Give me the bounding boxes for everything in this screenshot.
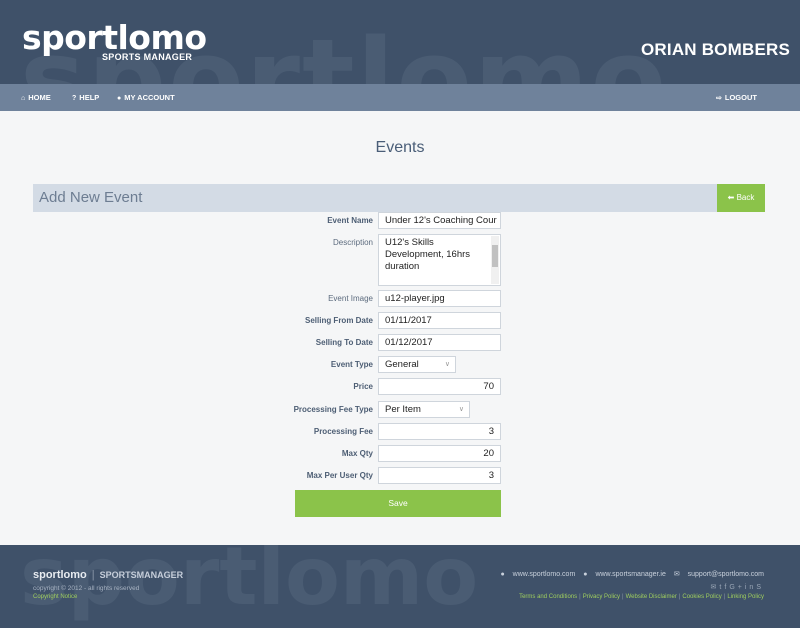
event-name-input[interactable]: Under 12's Coaching Cour bbox=[378, 212, 501, 229]
section-title: Add New Event bbox=[39, 189, 143, 206]
home-icon: ⌂ bbox=[21, 95, 26, 102]
processing-fee-type-value: Per Item bbox=[385, 404, 421, 415]
footer-link-divider: | bbox=[622, 594, 624, 600]
logo-subtitle: SPORTS MANAGER bbox=[102, 52, 193, 62]
selling-from-date-input[interactable]: 01/11/2017 bbox=[378, 312, 501, 329]
processing-fee-input[interactable]: 3 bbox=[378, 423, 501, 440]
footer-web1-link[interactable]: www.sportlomo.com bbox=[513, 571, 576, 578]
processing-fee-label: Processing Fee bbox=[313, 427, 373, 436]
processing-fee-type-select[interactable]: Per Item ∨ bbox=[378, 401, 470, 418]
max-per-user-qty-input[interactable]: 3 bbox=[378, 467, 501, 484]
max-qty-input[interactable]: 20 bbox=[378, 445, 501, 462]
site-header: sportlomo sportlomo SPORTS MANAGER ORIAN… bbox=[0, 0, 800, 84]
selling-to-label: Selling To Date bbox=[315, 338, 373, 347]
nav-logout[interactable]: ⇨ LOGOUT bbox=[716, 84, 757, 111]
event-name-label: Event Name bbox=[327, 216, 373, 225]
nav-my-account-label: MY ACCOUNT bbox=[124, 93, 175, 102]
chevron-down-icon: ∨ bbox=[458, 406, 464, 413]
nav-logout-label: LOGOUT bbox=[724, 93, 757, 102]
footer-brand: sportlomo | SPORTSMANAGER bbox=[33, 569, 183, 581]
nav-home[interactable]: ⌂ HOME bbox=[21, 84, 51, 111]
linkedin-icon[interactable]: in bbox=[745, 584, 756, 591]
terms-link[interactable]: Terms and Conditions bbox=[519, 594, 577, 600]
back-button-label: Back bbox=[736, 193, 755, 202]
save-button[interactable]: Save bbox=[295, 490, 501, 517]
cookies-link[interactable]: Cookies Policy bbox=[682, 594, 721, 600]
description-label: Description bbox=[332, 238, 373, 247]
footer-brand-divider: | bbox=[91, 569, 95, 581]
max-qty-label: Max Qty bbox=[341, 449, 373, 458]
site-logo[interactable]: sportlomo SPORTS MANAGER bbox=[22, 18, 207, 62]
event-type-select[interactable]: General ∨ bbox=[378, 356, 456, 373]
footer-web2-link[interactable]: www.sportsmanager.ie bbox=[595, 571, 665, 578]
event-type-value: General bbox=[385, 359, 419, 370]
event-type-label: Event Type bbox=[330, 360, 373, 369]
footer-social: ✉tfG+inS bbox=[711, 583, 764, 591]
nav-help[interactable]: ? HELP bbox=[72, 84, 99, 111]
footer-link-divider: | bbox=[723, 594, 726, 600]
chevron-down-icon: ∨ bbox=[444, 361, 450, 368]
back-button[interactable]: ⬅ Back bbox=[717, 184, 765, 212]
footer-brand-secondary: SPORTSMANAGER bbox=[99, 570, 184, 580]
selling-to-date-input[interactable]: 01/12/2017 bbox=[378, 334, 501, 351]
logout-icon: ⇨ bbox=[716, 95, 722, 102]
arrow-left-icon: ⬅ bbox=[727, 193, 735, 202]
disclaimer-link[interactable]: Website Disclaimer bbox=[626, 594, 677, 600]
processing-fee-type-label: Processing Fee Type bbox=[293, 405, 373, 414]
footer-copyright: copyright © 2012 - all rights reserved bbox=[33, 585, 140, 592]
page-title: Events bbox=[375, 139, 425, 156]
logo-text: sportlomo bbox=[22, 18, 207, 57]
max-per-user-qty-label: Max Per User Qty bbox=[306, 471, 373, 480]
event-image-input[interactable]: u12-player.jpg bbox=[378, 290, 501, 307]
skype-icon[interactable]: S bbox=[756, 584, 764, 591]
scrollbar-thumb[interactable] bbox=[492, 245, 498, 267]
nav-my-account[interactable]: ● MY ACCOUNT bbox=[117, 84, 175, 111]
privacy-link[interactable]: Privacy Policy bbox=[583, 594, 620, 600]
copyright-notice-link[interactable]: Copyright Notice bbox=[33, 594, 77, 600]
section-header: Add New Event bbox=[33, 184, 717, 212]
help-icon: ? bbox=[72, 95, 77, 102]
footer-link-divider: | bbox=[579, 594, 581, 600]
globe-icon: ● bbox=[583, 571, 588, 578]
event-image-label: Event Image bbox=[328, 294, 373, 303]
main-nav: ⌂ HOME ? HELP ● MY ACCOUNT ⇨ LOGOUT bbox=[0, 84, 800, 111]
footer-watermark: sportlomo bbox=[20, 545, 479, 623]
site-footer: sportlomo sportlomo | SPORTSMANAGER copyri… bbox=[0, 545, 800, 628]
nav-home-label: HOME bbox=[28, 93, 51, 102]
price-label: Price bbox=[353, 382, 373, 391]
footer-links: Terms and Conditions | Privacy Policy | Webs… bbox=[519, 594, 764, 600]
footer-email-link[interactable]: support@sportlomo.com bbox=[688, 571, 764, 578]
footer-link-divider: | bbox=[678, 594, 681, 600]
user-icon: ● bbox=[117, 95, 122, 102]
price-input[interactable]: 70 bbox=[378, 378, 501, 395]
footer-brand-name: sportlomo bbox=[33, 569, 87, 581]
description-textarea[interactable]: U12's Skills Development, 16hrs duration bbox=[378, 234, 501, 286]
mail-icon: ✉ bbox=[673, 571, 680, 578]
team-name: ORIAN BOMBERS bbox=[641, 40, 790, 59]
description-text: U12's Skills Development, 16hrs duration bbox=[385, 237, 471, 272]
globe-icon: ● bbox=[500, 571, 505, 578]
selling-from-label: Selling From Date bbox=[304, 316, 373, 325]
description-scrollbar[interactable] bbox=[491, 236, 499, 284]
google-plus-icon[interactable]: G+ bbox=[729, 584, 745, 591]
nav-help-label: HELP bbox=[79, 93, 100, 102]
linking-link[interactable]: Linking Policy bbox=[727, 594, 764, 600]
footer-contacts: ● www.sportlomo.com ● www.sportsmanager.… bbox=[494, 570, 764, 578]
